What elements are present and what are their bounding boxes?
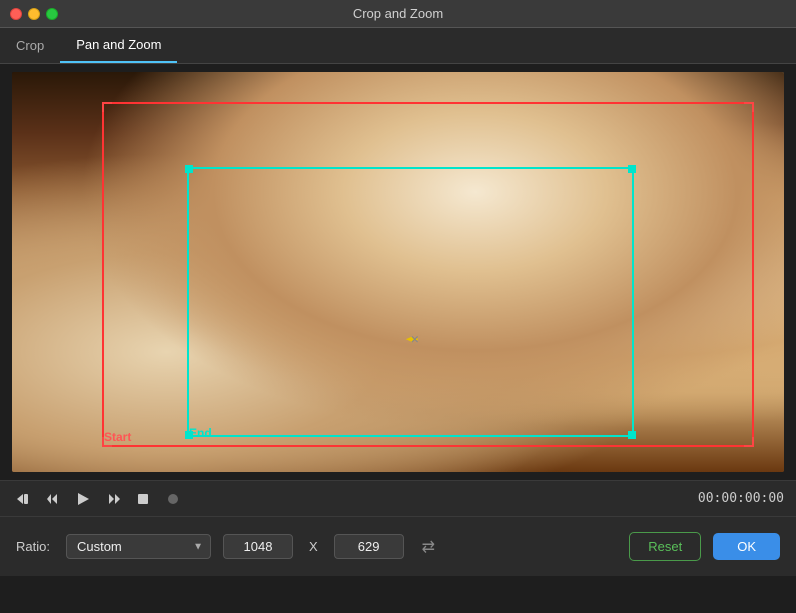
swap-dimensions-icon[interactable]: ⇄ (422, 537, 435, 557)
width-input[interactable] (223, 534, 293, 559)
step-forward-button[interactable] (102, 490, 124, 508)
ratio-select-wrapper: Custom 16:9 4:3 1:1 9:16 21:9 ▼ (66, 534, 211, 559)
rewind-button[interactable] (12, 490, 34, 508)
tab-crop[interactable]: Crop (0, 28, 60, 63)
video-preview: Start End (12, 72, 784, 472)
reset-button[interactable]: Reset (629, 532, 701, 561)
video-background: Start End (12, 72, 784, 472)
minimize-button[interactable] (28, 8, 40, 20)
step-back-button[interactable] (42, 490, 64, 508)
ratio-label: Ratio: (16, 539, 50, 554)
play-button[interactable] (72, 490, 94, 508)
tab-pan-zoom[interactable]: Pan and Zoom (60, 28, 177, 63)
end-label: End (189, 426, 212, 440)
traffic-lights (10, 8, 58, 20)
close-button[interactable] (10, 8, 22, 20)
ok-button[interactable]: OK (713, 533, 780, 560)
window-title: Crop and Zoom (353, 6, 443, 21)
maximize-button[interactable] (46, 8, 58, 20)
dimension-separator: X (305, 539, 322, 554)
start-label: Start (104, 430, 131, 444)
ratio-select[interactable]: Custom 16:9 4:3 1:1 9:16 21:9 (66, 534, 211, 559)
timecode-display: 00:00:00:00 (698, 491, 784, 506)
video-scene (12, 72, 784, 472)
height-input[interactable] (334, 534, 404, 559)
tab-bar: Crop Pan and Zoom (0, 28, 796, 64)
playback-controls (12, 490, 184, 508)
record-button[interactable] (162, 490, 184, 508)
controls-bar: 00:00:00:00 (0, 480, 796, 516)
stop-button[interactable] (132, 490, 154, 508)
title-bar: Crop and Zoom (0, 0, 796, 28)
bottom-bar: Ratio: Custom 16:9 4:3 1:1 9:16 21:9 ▼ X… (0, 516, 796, 576)
